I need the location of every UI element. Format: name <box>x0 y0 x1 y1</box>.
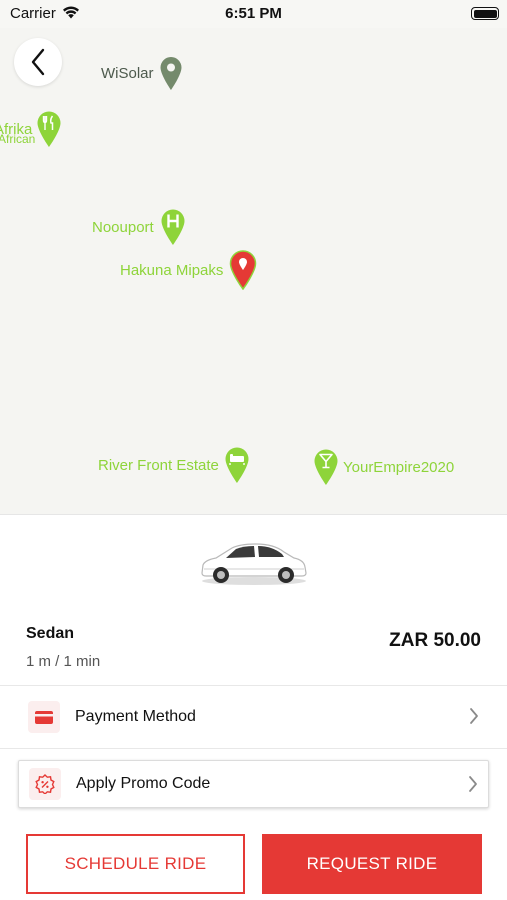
status-bar: Carrier 6:51 PM <box>0 0 507 28</box>
ride-booking-sheet: Sedan 1 m / 1 min ZAR 50.00 Payment Meth… <box>0 514 507 900</box>
vehicle-price: ZAR 50.00 <box>389 630 481 651</box>
poi-label: WiSolar <box>101 64 154 82</box>
apply-promo-code-label: Apply Promo Code <box>76 775 211 792</box>
poi-label: YourEmpire2020 <box>343 458 455 476</box>
request-ride-button[interactable]: REQUEST RIDE <box>262 834 482 894</box>
discount-badge-icon <box>29 768 61 800</box>
battery-icon <box>471 7 499 20</box>
poi-yourempire2020[interactable]: YourEmpire2020 <box>313 448 454 486</box>
chevron-left-icon <box>31 48 45 76</box>
chevron-right-icon <box>470 708 478 724</box>
chevron-right-icon <box>469 776 477 792</box>
poi-sublabel: African <box>0 132 36 146</box>
vehicle-eta: 1 m / 1 min <box>26 653 101 670</box>
credit-card-icon <box>28 701 60 733</box>
apply-promo-code-row[interactable]: Apply Promo Code <box>18 760 489 808</box>
divider <box>0 685 507 686</box>
map-view[interactable]: WiSolar Afrika African Noouport Hakuna M… <box>0 28 507 514</box>
selected-location-pin-icon <box>230 250 257 290</box>
restaurant-pin-icon <box>37 111 61 147</box>
schedule-ride-button[interactable]: SCHEDULE RIDE <box>26 834 245 894</box>
status-time: 6:51 PM <box>225 5 282 22</box>
poi-wisolar[interactable]: WiSolar <box>101 55 183 91</box>
back-button[interactable] <box>14 38 62 86</box>
hotel-pin-icon <box>225 447 249 483</box>
poi-river-front-estate[interactable]: River Front Estate <box>98 446 250 484</box>
sedan-car-icon[interactable] <box>198 539 310 587</box>
divider <box>0 748 507 749</box>
hospital-pin-icon <box>161 209 185 245</box>
poi-label: Hakuna Mipaks <box>120 261 224 279</box>
payment-method-row[interactable]: Payment Method <box>18 693 489 741</box>
bar-pin-icon <box>314 449 338 485</box>
vehicle-name: Sedan <box>26 625 75 642</box>
map-pin-icon <box>160 57 182 90</box>
poi-label: River Front Estate <box>98 456 219 474</box>
poi-noouport[interactable]: Noouport <box>92 208 186 246</box>
poi-hakuna-mipaks[interactable]: Hakuna Mipaks <box>120 250 257 290</box>
payment-method-label: Payment Method <box>75 708 196 725</box>
poi-label: Noouport <box>92 218 154 236</box>
